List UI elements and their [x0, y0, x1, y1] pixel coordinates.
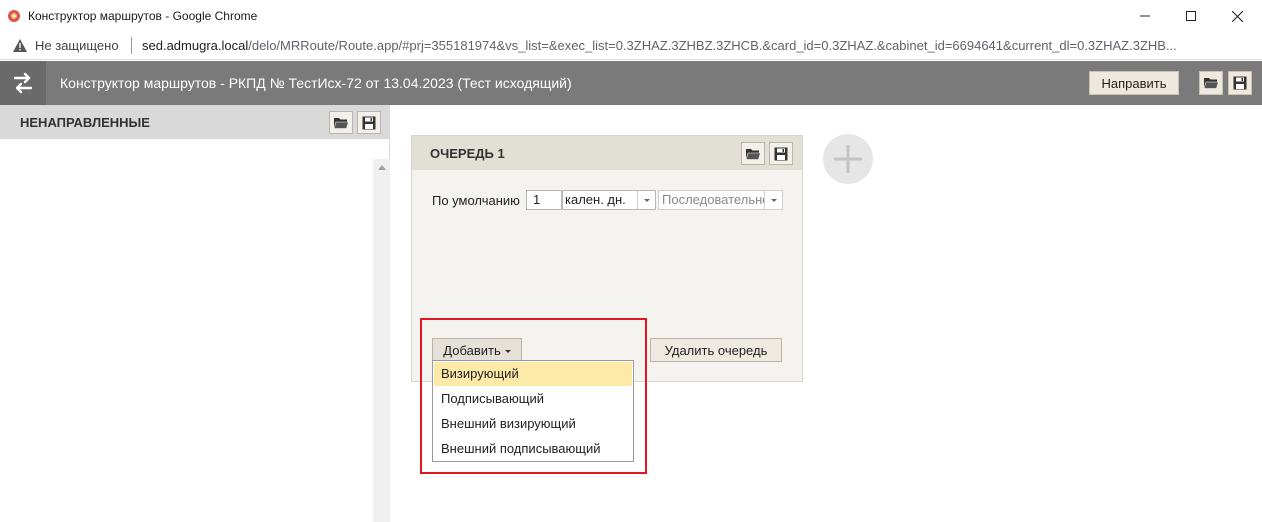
save-icon: [362, 116, 376, 129]
app-icon: [8, 10, 20, 22]
chevron-down-icon: [637, 191, 655, 209]
order-select[interactable]: Последовательно: [658, 190, 783, 210]
order-value: Последовательно: [662, 192, 770, 207]
menu-item-external-signer[interactable]: Внешний подписывающий: [434, 437, 632, 461]
plus-icon: [834, 145, 862, 173]
folder-open-icon: [333, 117, 349, 129]
url-text[interactable]: sed.admugra.local/delo/MRRoute/Route.app…: [142, 38, 1252, 53]
close-icon: [1231, 10, 1243, 22]
address-separator: [131, 37, 132, 54]
browser-title-bar: Конструктор маршрутов - Google Chrome: [0, 0, 1262, 32]
warning-icon[interactable]: [12, 38, 28, 53]
menu-item-signer[interactable]: Подписывающий: [434, 387, 632, 411]
unsent-save-button[interactable]: [357, 111, 381, 134]
window-title: Конструктор маршрутов - Google Chrome: [28, 9, 258, 23]
page-title: Конструктор маршрутов - РКПД № ТестИсх-7…: [60, 75, 572, 91]
queue-title: ОЧЕРЕДЬ 1: [430, 146, 505, 161]
maximize-button[interactable]: [1168, 0, 1214, 32]
save-icon: [1233, 76, 1247, 90]
save-button[interactable]: [1228, 71, 1252, 95]
add-dropdown-menu: Визирующий Подписывающий Внешний визирую…: [432, 360, 634, 462]
menu-item-approver[interactable]: Визирующий: [434, 362, 632, 386]
add-queue-button[interactable]: [823, 134, 873, 184]
day-unit-value: кален. дн.: [565, 192, 626, 207]
day-unit-select[interactable]: кален. дн.: [562, 190, 656, 210]
scroll-up-icon[interactable]: [378, 165, 386, 170]
security-status[interactable]: Не защищено: [35, 38, 119, 53]
add-button[interactable]: Добавить: [432, 338, 522, 362]
chevron-down-icon: [764, 191, 782, 209]
delete-queue-button[interactable]: Удалить очередь: [650, 338, 782, 362]
queue-card: ОЧЕРЕДЬ 1 По умолчанию 1 кален. дн. Посл…: [411, 135, 803, 382]
add-button-label: Добавить: [443, 342, 501, 358]
maximize-icon: [1186, 11, 1196, 21]
unsent-panel-title: НЕНАПРАВЛЕННЫЕ: [20, 115, 150, 130]
folder-open-icon: [1203, 78, 1219, 89]
folder-open-icon: [745, 148, 761, 160]
save-icon: [774, 147, 788, 160]
menu-item-external-approver[interactable]: Внешний визирующий: [434, 412, 632, 436]
address-bar[interactable]: Не защищено sed.admugra.local/delo/MRRou…: [0, 32, 1262, 60]
app-header: Конструктор маршрутов - РКПД № ТестИсх-7…: [0, 61, 1262, 105]
route-icon: [13, 72, 33, 94]
url-path: /delo/MRRoute/Route.app/#prj=355181974&v…: [248, 38, 1177, 53]
unsent-panel: НЕНАПРАВЛЕННЫЕ: [0, 105, 390, 522]
unsent-open-button[interactable]: [329, 111, 353, 134]
chevron-down-icon: [504, 349, 511, 353]
queue-open-button[interactable]: [741, 142, 765, 165]
open-button[interactable]: [1199, 71, 1223, 95]
url-host: sed.admugra.local: [142, 38, 249, 53]
scrollbar[interactable]: [373, 159, 390, 522]
queue-header: ОЧЕРЕДЬ 1: [412, 136, 802, 170]
minimize-icon: [1140, 15, 1150, 17]
days-input[interactable]: 1: [526, 190, 562, 210]
route-logo-icon: [0, 61, 46, 105]
queue-save-button[interactable]: [769, 142, 793, 165]
close-button[interactable]: [1214, 0, 1260, 32]
unsent-panel-header: НЕНАПРАВЛЕННЫЕ: [0, 105, 390, 139]
send-button[interactable]: Направить: [1089, 71, 1179, 95]
default-term-label: По умолчанию: [432, 193, 520, 208]
minimize-button[interactable]: [1122, 0, 1168, 32]
